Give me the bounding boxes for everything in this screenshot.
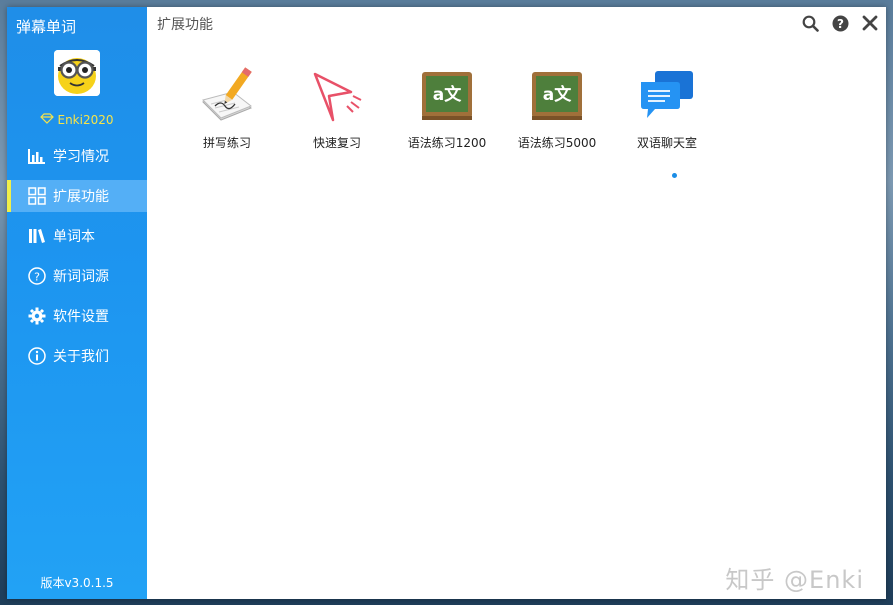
feature-grammar-5000[interactable]: a文 语法练习5000 bbox=[502, 64, 612, 151]
sidebar-item-etymology[interactable]: ? 新词词源 bbox=[7, 260, 147, 292]
app-window: 弹幕单词 Enki2020 学习情况 扩展功能 单词本 ? 新词词源 软件设置 … bbox=[7, 7, 886, 599]
sidebar-item-extensions[interactable]: 扩展功能 bbox=[7, 180, 147, 212]
app-title: 弹幕单词 bbox=[16, 18, 77, 36]
chalkboard-icon: a文 bbox=[415, 64, 479, 128]
sidebar-item-label: 新词词源 bbox=[53, 269, 109, 285]
help-icon[interactable]: ? bbox=[830, 13, 850, 33]
feature-label: 快速复习 bbox=[312, 136, 361, 150]
paper-plane-icon bbox=[305, 64, 369, 128]
window-controls: ? bbox=[800, 13, 880, 33]
close-icon[interactable] bbox=[860, 13, 880, 33]
sidebar-item-settings[interactable]: 软件设置 bbox=[7, 300, 147, 332]
feature-grid: 拼写练习 快速复习 a文 语法练习1200 a文 语法练习5000 双语聊天室 bbox=[172, 64, 722, 151]
info-icon bbox=[27, 346, 47, 366]
gear-icon bbox=[27, 306, 47, 326]
feature-label: 语法练习1200 bbox=[407, 136, 487, 150]
avatar[interactable] bbox=[54, 50, 100, 96]
watermark: 知乎 @Enki bbox=[725, 566, 864, 594]
sidebar-item-wordbook[interactable]: 单词本 bbox=[7, 220, 147, 252]
feature-bilingual-chat[interactable]: 双语聊天室 bbox=[612, 64, 722, 151]
chalkboard-text: a文 bbox=[543, 84, 572, 105]
grid-icon bbox=[27, 186, 47, 206]
version-label: 版本v3.0.1.5 bbox=[40, 576, 114, 590]
sidebar-item-label: 关于我们 bbox=[53, 349, 109, 365]
user-info: Enki2020 bbox=[7, 113, 147, 127]
main-content: 扩展功能 ? 拼写练习 快速复习 a文 语法练习1200 a文 语法练习5000… bbox=[147, 7, 886, 599]
sidebar-item-label: 学习情况 bbox=[53, 149, 109, 165]
question-circle-icon: ? bbox=[27, 266, 47, 286]
chalkboard-icon: a文 bbox=[525, 64, 589, 128]
sidebar-item-label: 软件设置 bbox=[53, 309, 109, 325]
sidebar: 弹幕单词 Enki2020 学习情况 扩展功能 单词本 ? 新词词源 软件设置 … bbox=[7, 7, 147, 599]
page-title: 扩展功能 bbox=[157, 17, 213, 33]
svg-text:?: ? bbox=[34, 271, 40, 284]
sidebar-item-study-status[interactable]: 学习情况 bbox=[7, 140, 147, 172]
spelling-pencil-icon bbox=[195, 64, 259, 128]
username: Enki2020 bbox=[57, 113, 114, 127]
svg-text:?: ? bbox=[837, 17, 844, 31]
sidebar-item-label: 单词本 bbox=[53, 229, 95, 245]
feature-label: 拼写练习 bbox=[202, 136, 251, 150]
diamond-icon bbox=[40, 113, 55, 127]
sidebar-nav: 学习情况 扩展功能 单词本 ? 新词词源 软件设置 关于我们 bbox=[7, 140, 147, 380]
minion-avatar-icon bbox=[54, 50, 100, 96]
feature-label: 语法练习5000 bbox=[517, 136, 597, 150]
feature-quick-review[interactable]: 快速复习 bbox=[282, 64, 392, 151]
feature-label: 双语聊天室 bbox=[636, 136, 697, 150]
books-icon bbox=[27, 226, 47, 246]
bar-chart-icon bbox=[27, 146, 47, 166]
chat-bubbles-icon bbox=[635, 64, 699, 128]
chalkboard-text: a文 bbox=[433, 84, 462, 105]
feature-spelling-practice[interactable]: 拼写练习 bbox=[172, 64, 282, 151]
loading-dot bbox=[672, 173, 677, 178]
sidebar-item-label: 扩展功能 bbox=[53, 189, 109, 205]
search-icon[interactable] bbox=[800, 13, 820, 33]
sidebar-item-about[interactable]: 关于我们 bbox=[7, 340, 147, 372]
feature-grammar-1200[interactable]: a文 语法练习1200 bbox=[392, 64, 502, 151]
